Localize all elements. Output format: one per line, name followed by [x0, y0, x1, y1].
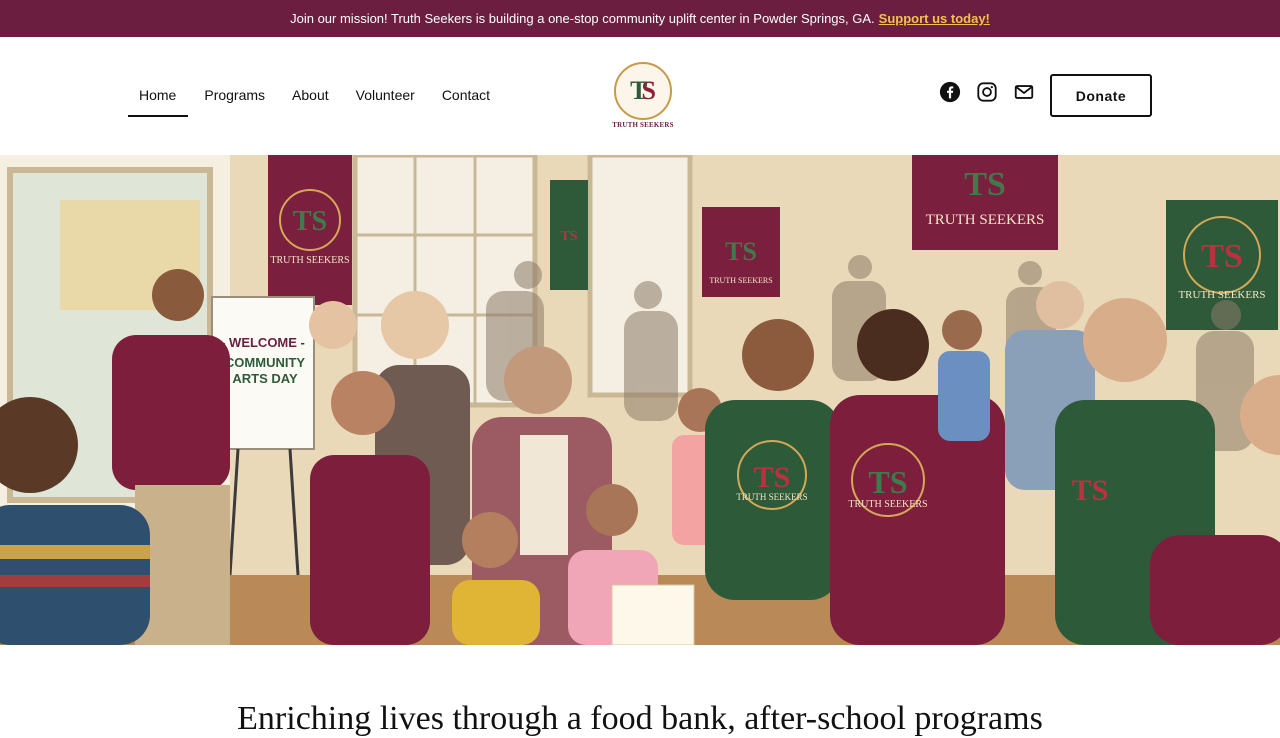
hero-image: TS TRUTH SEEKERS TS TS TRUTH SEEKERS TS … — [0, 155, 1280, 645]
svg-text:TRUTH SEEKERS: TRUTH SEEKERS — [270, 255, 349, 266]
banner-maroon-center: TS TRUTH SEEKERS — [702, 207, 780, 297]
logo-monogram-s: S — [641, 75, 656, 105]
nav-home[interactable]: Home — [128, 73, 189, 117]
donate-button[interactable]: Donate — [1050, 74, 1152, 117]
main-nav: Home Programs About Volunteer Contact — [128, 73, 506, 117]
svg-text:TS: TS — [1201, 238, 1243, 275]
svg-text:ARTS DAY: ARTS DAY — [232, 371, 298, 386]
site-logo[interactable]: T S TRUTH SEEKERS — [605, 55, 681, 135]
svg-text:TS: TS — [1072, 474, 1109, 507]
svg-text:TRUTH SEEKERS: TRUTH SEEKERS — [709, 276, 772, 285]
svg-text:TRUTH SEEKERS: TRUTH SEEKERS — [848, 499, 927, 510]
logo-text: TRUTH SEEKERS — [612, 120, 674, 129]
svg-text:TRUTH SEEKERS: TRUTH SEEKERS — [1178, 289, 1265, 301]
svg-text:TRUTH SEEKERS: TRUTH SEEKERS — [926, 212, 1045, 228]
banner-maroon-right: TS TRUTH SEEKERS — [912, 155, 1058, 250]
svg-text:TS: TS — [754, 461, 791, 494]
facebook-icon[interactable] — [938, 80, 962, 104]
svg-text:TS: TS — [868, 464, 907, 500]
banner-green-small: TS — [550, 180, 588, 290]
mail-icon[interactable] — [1012, 80, 1036, 104]
site-header: Home Programs About Volunteer Contact T … — [0, 37, 1280, 155]
instagram-icon[interactable] — [975, 80, 999, 104]
svg-text:TS: TS — [964, 166, 1006, 203]
svg-text:TS: TS — [560, 229, 577, 244]
nav-programs[interactable]: Programs — [193, 73, 276, 117]
banner-maroon-left: TS TRUTH SEEKERS — [268, 155, 352, 305]
support-link[interactable]: Support us today! — [879, 11, 990, 26]
page-headline: Enriching lives through a food bank, aft… — [237, 700, 1043, 737]
social-links — [938, 80, 1036, 104]
svg-text:TS: TS — [725, 237, 757, 266]
svg-text:- WELCOME -: - WELCOME - — [221, 335, 305, 350]
svg-text:COMMUNITY: COMMUNITY — [225, 355, 305, 370]
nav-volunteer[interactable]: Volunteer — [345, 73, 426, 117]
nav-contact[interactable]: Contact — [431, 73, 501, 117]
svg-text:TS: TS — [293, 206, 327, 237]
logo-monogram: T S — [614, 61, 672, 120]
announcement-text: Join our mission! Truth Seekers is build… — [290, 11, 875, 26]
svg-text:TRUTH SEEKERS: TRUTH SEEKERS — [736, 492, 807, 502]
nav-about[interactable]: About — [281, 73, 340, 117]
announcement-bar: Join our mission! Truth Seekers is build… — [0, 0, 1280, 37]
